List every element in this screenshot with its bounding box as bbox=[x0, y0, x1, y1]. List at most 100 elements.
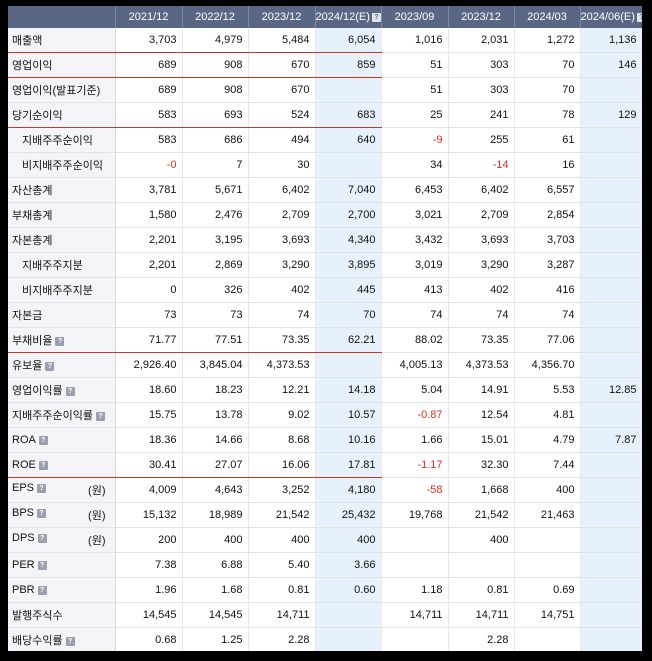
table-cell: 129 bbox=[580, 102, 642, 128]
table-cell: 416 bbox=[514, 277, 581, 303]
table-cell: 2,201 bbox=[115, 227, 183, 253]
table-cell: 17.81 bbox=[315, 452, 382, 478]
help-icon[interactable]: ? bbox=[37, 483, 47, 493]
table-cell: 30 bbox=[248, 152, 316, 178]
table-cell: 12.21 bbox=[248, 377, 316, 403]
table-cell: 62.21 bbox=[315, 327, 382, 353]
table-cell: 14.91 bbox=[448, 377, 515, 403]
table-cell: 0.60 bbox=[315, 577, 382, 603]
table-cell: 3,021 bbox=[381, 202, 449, 228]
table-cell: 3,432 bbox=[381, 227, 449, 253]
table-cell: 12.85 bbox=[580, 377, 642, 403]
table-cell: 12.54 bbox=[448, 402, 515, 428]
help-icon[interactable]: ? bbox=[65, 636, 75, 646]
table-cell: -58 bbox=[381, 477, 449, 503]
table-cell: 25 bbox=[381, 102, 449, 128]
table-cell: 73 bbox=[115, 302, 183, 328]
table-cell: 1.66 bbox=[381, 427, 449, 453]
column-header-label: 2024/03 bbox=[527, 11, 567, 23]
table-cell: 1.18 bbox=[381, 577, 449, 603]
row-label-text: 배당수익률 bbox=[12, 635, 63, 647]
table-cell: 4.81 bbox=[514, 402, 581, 428]
table-cell: 70 bbox=[315, 302, 382, 328]
table-cell: 2,476 bbox=[182, 202, 249, 228]
table-cell: 4,340 bbox=[315, 227, 382, 253]
table-cell: 3,703 bbox=[115, 28, 183, 53]
table-cell bbox=[514, 627, 581, 651]
row-label: 비지배주주지분 bbox=[8, 277, 116, 303]
table-cell: 6,402 bbox=[248, 177, 316, 203]
row-label-text: 지배주주순이익률 bbox=[12, 410, 93, 422]
table-row: 지배주주순이익률? 15.75 13.78 9.02 10.57 -0.87 12.54 4.… bbox=[8, 402, 642, 428]
row-label: 자본금 bbox=[8, 302, 116, 328]
table-cell: 14.66 bbox=[182, 427, 249, 453]
table-cell: 1.96 bbox=[115, 577, 183, 603]
table-cell: 2,709 bbox=[248, 202, 316, 228]
table-cell: 14,545 bbox=[182, 602, 249, 628]
table-cell: 670 bbox=[248, 77, 316, 103]
unit-label: (원) bbox=[88, 535, 106, 547]
table-row: 유보율? 2,926.40 3,845.04 4,373.53 4,005.13 4,37… bbox=[8, 352, 642, 378]
help-icon[interactable]: ? bbox=[37, 585, 47, 595]
table-cell bbox=[580, 627, 642, 651]
table-cell: 146 bbox=[580, 52, 642, 78]
table-cell: 10.57 bbox=[315, 402, 382, 428]
table-cell: 640 bbox=[315, 127, 382, 153]
table-cell: 4,005.13 bbox=[381, 352, 449, 378]
column-header-label: 2024/12(E) bbox=[315, 11, 370, 23]
row-label-text: 영업이익 bbox=[12, 60, 53, 72]
table-cell: 77.06 bbox=[514, 327, 581, 353]
table-cell bbox=[580, 302, 642, 328]
table-row: 부채비율? 71.77 77.51 73.35 62.21 88.02 73.35 77.06 bbox=[8, 327, 642, 353]
table-row: 자본총계 2,201 3,195 3,693 4,340 3,432 3,693 3,703 bbox=[8, 227, 642, 253]
table-cell: 5.40 bbox=[248, 552, 316, 578]
help-icon[interactable]: ? bbox=[636, 12, 642, 22]
help-icon[interactable]: ? bbox=[37, 508, 47, 518]
row-label: 당기순이익 bbox=[8, 102, 116, 128]
table-cell: 689 bbox=[115, 77, 183, 103]
table-cell: 1,580 bbox=[115, 202, 183, 228]
help-icon[interactable]: ? bbox=[45, 361, 55, 371]
table-cell: 14,545 bbox=[115, 602, 183, 628]
table-cell: 0 bbox=[115, 277, 183, 303]
table-cell: 2,201 bbox=[115, 252, 183, 278]
table-cell: 7,040 bbox=[315, 177, 382, 203]
table-cell: 18.23 bbox=[182, 377, 249, 403]
table-cell bbox=[580, 252, 642, 278]
table-cell: 3,290 bbox=[248, 252, 316, 278]
table-cell: 4,356.70 bbox=[514, 352, 581, 378]
table-cell: 2,869 bbox=[182, 252, 249, 278]
table-cell: 2,709 bbox=[448, 202, 515, 228]
help-icon[interactable]: ? bbox=[65, 386, 75, 396]
help-icon[interactable]: ? bbox=[37, 560, 47, 570]
help-icon[interactable]: ? bbox=[95, 411, 105, 421]
table-cell bbox=[315, 77, 382, 103]
help-icon[interactable]: ? bbox=[38, 460, 48, 470]
table-row: 지배주주지분 2,201 2,869 3,290 3,895 3,019 3,290 3,28… bbox=[8, 252, 642, 278]
help-icon[interactable]: ? bbox=[37, 533, 47, 543]
table-cell bbox=[514, 552, 581, 578]
table-cell: 14.18 bbox=[315, 377, 382, 403]
table-cell: 4,979 bbox=[182, 28, 249, 53]
table-cell: 683 bbox=[315, 102, 382, 128]
row-label-text: 자산총계 bbox=[12, 185, 53, 197]
table-row: BPS? (원) 15,132 18,989 21,542 25,432 19,768 21,… bbox=[8, 502, 642, 528]
row-label-text: ROA bbox=[12, 434, 36, 446]
help-icon[interactable]: ? bbox=[38, 435, 48, 445]
help-icon[interactable]: ? bbox=[371, 12, 381, 22]
table-cell: 908 bbox=[182, 77, 249, 103]
table-cell bbox=[580, 152, 642, 178]
row-label-text: 지배주주순이익 bbox=[22, 135, 93, 147]
table-cell: 21,542 bbox=[248, 502, 316, 528]
table-cell: 74 bbox=[514, 302, 581, 328]
table-row: 비지배주주지분 0 326 402 445 413 402 416 bbox=[8, 277, 642, 303]
table-cell: 7.87 bbox=[580, 427, 642, 453]
table-cell: 18.36 bbox=[115, 427, 183, 453]
table-cell bbox=[580, 277, 642, 303]
table-cell bbox=[381, 627, 449, 651]
table-cell: 670 bbox=[248, 52, 316, 78]
table-row: 매출액 3,703 4,979 5,484 6,054 1,016 2,031 1,272 1,… bbox=[8, 28, 642, 53]
table-cell: -0.87 bbox=[381, 402, 449, 428]
help-icon[interactable]: ? bbox=[55, 336, 65, 346]
table-cell: 74 bbox=[448, 302, 515, 328]
